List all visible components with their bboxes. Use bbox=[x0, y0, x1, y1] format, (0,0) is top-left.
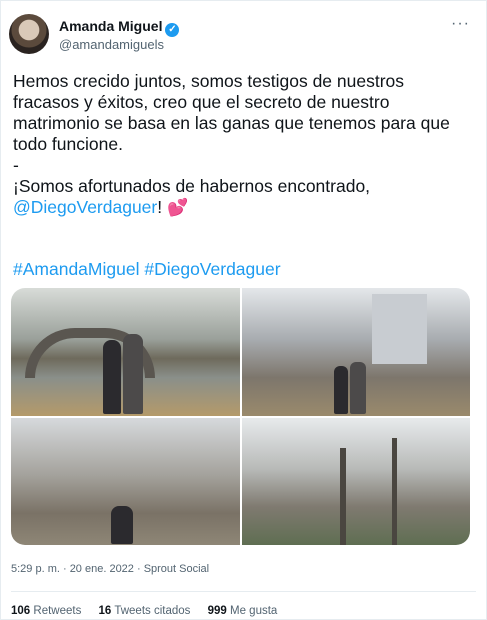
tweet-text: Hemos crecido juntos, somos testigos de … bbox=[13, 71, 473, 218]
mention-link[interactable]: @DiegoVerdaguer bbox=[13, 197, 157, 217]
hashtag-link-1[interactable]: #AmandaMiguel bbox=[13, 259, 139, 279]
quotes-label: Tweets citados bbox=[114, 605, 191, 617]
person-shape bbox=[111, 506, 133, 544]
author-name[interactable]: Amanda Miguel ✓ bbox=[59, 18, 180, 37]
photo-3[interactable] bbox=[11, 418, 240, 545]
photo-2[interactable] bbox=[242, 288, 470, 416]
photo-4[interactable] bbox=[242, 418, 470, 545]
likes-label: Me gusta bbox=[230, 605, 278, 617]
retweets-count: 106 bbox=[11, 605, 31, 617]
quotes-stat[interactable]: 16 Tweets citados bbox=[99, 605, 191, 617]
media-grid bbox=[11, 288, 470, 545]
tweet-dash: - bbox=[13, 155, 19, 175]
building-shape bbox=[372, 294, 427, 364]
tweet-timestamp[interactable]: 5:29 p. m. · 20 ene. 2022 · Sprout Socia… bbox=[11, 563, 209, 575]
tweet-paragraph-2: ¡Somos afortunados de habernos encontrad… bbox=[13, 176, 473, 218]
retweets-label: Retweets bbox=[33, 605, 82, 617]
person-shape bbox=[334, 366, 348, 414]
likes-stat[interactable]: 999 Me gusta bbox=[208, 605, 278, 617]
tweet-paragraph-1: Hemos crecido juntos, somos testigos de … bbox=[13, 71, 450, 154]
tweet-card: Amanda Miguel ✓ @amandamiguels ··· Hemos … bbox=[0, 0, 487, 620]
avatar[interactable] bbox=[9, 14, 49, 54]
hashtag-link-2[interactable]: #DiegoVerdaguer bbox=[144, 259, 280, 279]
likes-count: 999 bbox=[207, 605, 227, 617]
heart-emoji-icon: 💕 bbox=[167, 198, 189, 217]
verified-badge-icon: ✓ bbox=[165, 23, 180, 37]
tweet-paragraph-2-prefix: ¡Somos afortunados de habernos encontrad… bbox=[13, 176, 371, 196]
photo-1[interactable] bbox=[11, 288, 240, 416]
person-shape bbox=[123, 334, 143, 414]
author-handle[interactable]: @amandamiguels bbox=[59, 37, 164, 52]
author-name-text[interactable]: Amanda Miguel bbox=[59, 18, 162, 34]
divider bbox=[11, 591, 476, 592]
person-shape bbox=[350, 362, 366, 414]
person-shape bbox=[103, 340, 121, 414]
mention-suffix: ! bbox=[157, 197, 163, 217]
tree-shape bbox=[340, 448, 346, 545]
more-options-icon[interactable]: ··· bbox=[451, 15, 470, 33]
tweet-stats: 106 Retweets 16 Tweets citados 999 Me gu… bbox=[11, 605, 291, 617]
hashtags: #AmandaMiguel #DiegoVerdaguer bbox=[13, 259, 281, 280]
retweets-stat[interactable]: 106 Retweets bbox=[11, 605, 81, 617]
tree-shape bbox=[392, 438, 397, 545]
quotes-count: 16 bbox=[98, 605, 112, 617]
